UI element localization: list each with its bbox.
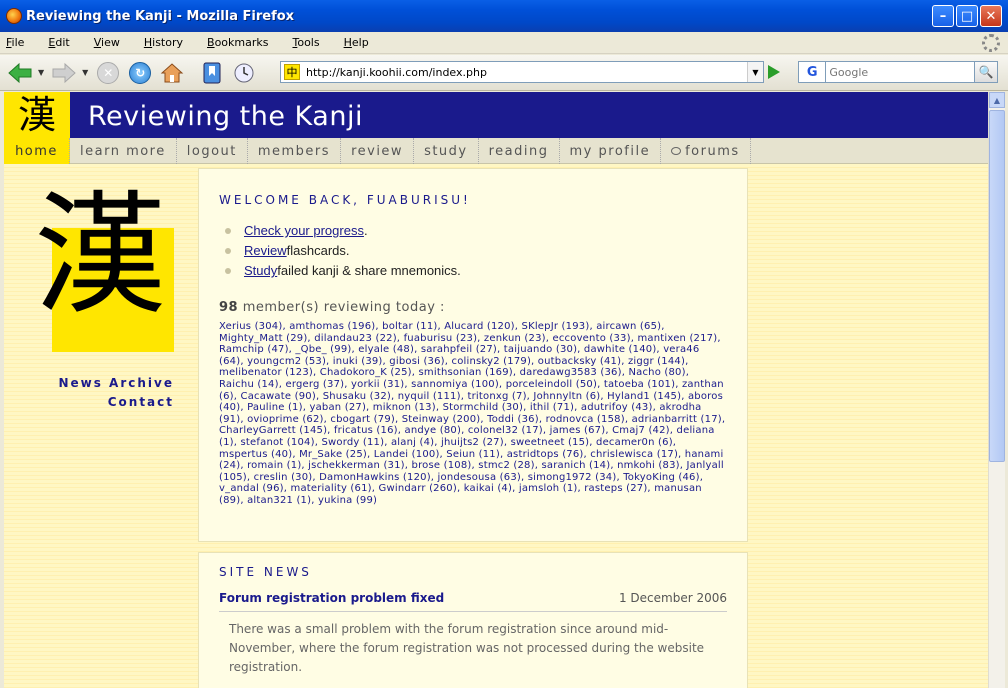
news-item-title[interactable]: Forum registration problem fixed (219, 591, 444, 605)
forward-button[interactable] (50, 59, 78, 87)
list-item: Review flashcards. (225, 243, 727, 258)
nav-members[interactable]: members (248, 138, 342, 164)
history-button[interactable] (230, 59, 258, 87)
home-icon (161, 62, 184, 82)
side-links: News Archive Contact (58, 376, 174, 414)
search-bar: G 🔍 (798, 61, 998, 83)
menu-view[interactable]: View (94, 36, 120, 49)
forward-dropdown-icon[interactable]: ▼ (82, 68, 88, 77)
news-item-body: There was a small problem with the forum… (229, 622, 705, 674)
close-button[interactable]: ✕ (980, 5, 1002, 27)
bookmarks-button[interactable] (198, 59, 226, 87)
forward-arrow-icon (52, 62, 76, 83)
nav-forums[interactable]: forums (661, 138, 751, 164)
member-list[interactable]: Xerius (304), amthomas (196), boltar (11… (219, 321, 727, 507)
nav-review[interactable]: review (341, 138, 415, 164)
minimize-button[interactable]: – (932, 5, 954, 27)
menu-tools[interactable]: Tools (292, 36, 319, 49)
menu-help[interactable]: Help (344, 36, 369, 49)
review-link[interactable]: Review (244, 243, 287, 258)
site-news-panel: SITE NEWS Forum registration problem fix… (198, 552, 748, 688)
bullet-icon (225, 227, 231, 234)
nav-learn-more[interactable]: learn more (70, 138, 177, 164)
stop-icon: ✕ (97, 61, 120, 84)
bullet-icon (225, 247, 231, 254)
news-item-header: Forum registration problem fixed 1 Decem… (219, 591, 727, 612)
reload-button[interactable]: ↻ (126, 59, 154, 87)
study-link[interactable]: Study (244, 263, 277, 278)
welcome-panel: WELCOME BACK, FUABURISU! Check your prog… (198, 168, 748, 542)
throbber-icon (982, 34, 1000, 52)
window-titlebar: Reviewing the Kanji - Mozilla Firefox – … (0, 0, 1008, 32)
site-favicon-icon: 中 (284, 64, 300, 80)
nav-home[interactable]: home (4, 138, 70, 164)
news-section-title: SITE NEWS (219, 565, 312, 579)
list-item-text: failed kanji & share mnemonics. (277, 263, 461, 278)
reviewing-label: member(s) reviewing today : (242, 300, 445, 315)
search-engine-icon[interactable]: G (798, 61, 827, 83)
list-item-text: flashcards. (286, 243, 350, 258)
bullet-icon (225, 267, 231, 274)
url-text[interactable]: http://kanji.koohii.com/index.php (306, 66, 487, 79)
stop-button[interactable]: ✕ (94, 59, 122, 87)
menu-edit[interactable]: Edit (48, 36, 69, 49)
news-item-date: 1 December 2006 (618, 591, 727, 605)
list-item: Study failed kanji & share mnemonics. (225, 263, 727, 278)
url-bar[interactable]: 中 http://kanji.koohii.com/index.php ▼ (280, 61, 764, 83)
menu-bookmarks[interactable]: Bookmarks (207, 36, 268, 49)
scroll-up-icon[interactable]: ▲ (989, 92, 1005, 108)
action-list: Check your progress. Review flashcards. … (219, 223, 727, 278)
menu-history[interactable]: History (144, 36, 183, 49)
firefox-icon (6, 8, 22, 24)
nav-logout[interactable]: logout (177, 138, 248, 164)
menu-bar: File Edit View History Bookmarks Tools H… (0, 32, 1008, 54)
nav-reading[interactable]: reading (479, 138, 560, 164)
back-dropdown-icon[interactable]: ▼ (38, 68, 44, 77)
page-viewport: 漢 Reviewing the Kanji home learn more lo… (4, 92, 988, 688)
bookmarks-icon (203, 62, 221, 83)
site-title: Reviewing the Kanji (88, 101, 363, 132)
window-title: Reviewing the Kanji - Mozilla Firefox (26, 8, 295, 24)
contact-link[interactable]: Contact (58, 395, 174, 409)
news-archive-link[interactable]: News Archive (58, 376, 174, 390)
nav-study[interactable]: study (414, 138, 479, 164)
speech-bubble-icon (671, 147, 682, 155)
reload-icon: ↻ (129, 61, 152, 84)
check-progress-link[interactable]: Check your progress (244, 223, 364, 238)
nav-my-profile[interactable]: my profile (560, 138, 662, 164)
search-go-icon[interactable]: 🔍 (975, 61, 998, 83)
vertical-scrollbar[interactable]: ▲ (988, 92, 1005, 688)
navigation-toolbar: ▼ ▼ ✕ ↻ 中 http://kanji.koohii.com/index.… (0, 55, 1008, 91)
big-kanji: 漢 (34, 179, 166, 333)
reviewing-count: 98 (219, 300, 239, 315)
scroll-thumb[interactable] (989, 110, 1005, 462)
back-button[interactable] (6, 59, 34, 87)
search-input[interactable] (826, 61, 976, 83)
maximize-button[interactable]: □ (956, 5, 978, 27)
site-logo[interactable]: 漢 (4, 92, 70, 138)
home-button[interactable] (158, 59, 186, 87)
list-item-text: . (363, 223, 368, 238)
site-nav: home learn more logout members review st… (4, 138, 988, 164)
back-arrow-icon (8, 62, 32, 83)
url-dropdown-icon[interactable]: ▼ (747, 62, 763, 82)
nav-forums-label: forums (685, 143, 740, 159)
reviewing-today: 98 member(s) reviewing today : (219, 300, 727, 315)
welcome-title: WELCOME BACK, FUABURISU! (219, 193, 471, 207)
list-item: Check your progress. (225, 223, 727, 238)
menu-file[interactable]: File (6, 36, 24, 49)
go-button[interactable] (768, 65, 780, 79)
site-header: 漢 Reviewing the Kanji (4, 92, 988, 138)
history-clock-icon (234, 63, 254, 82)
